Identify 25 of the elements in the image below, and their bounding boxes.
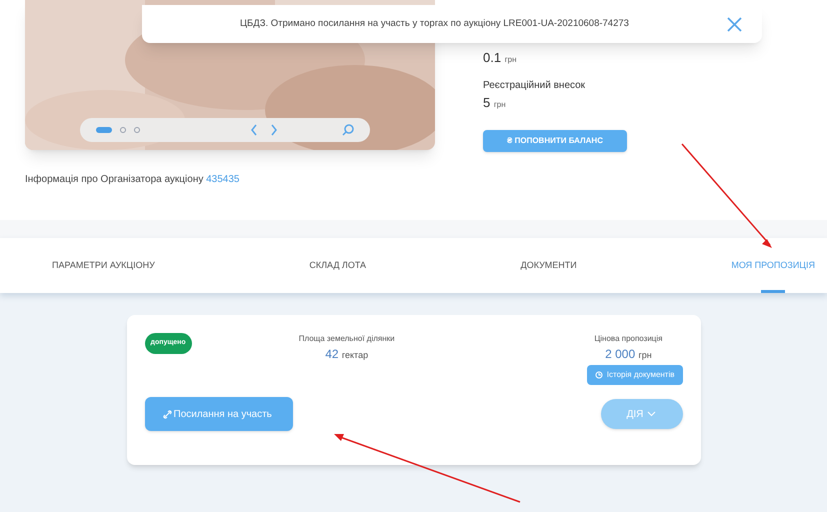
tab[interactable]: ПАРАМЕТРИ АУКЦІОНУ bbox=[52, 238, 155, 293]
price-value: 2 000 грн bbox=[605, 346, 652, 363]
organizer-info: Інформація про Організатора аукціону bbox=[25, 174, 204, 185]
organizer-link[interactable]: 435435 bbox=[206, 174, 240, 185]
tab[interactable]: МОЯ ПРОПОЗИЦІЯ bbox=[731, 238, 815, 293]
close-icon[interactable] bbox=[727, 16, 742, 32]
fee-amount: 0.1 грн bbox=[483, 49, 518, 67]
clock-icon bbox=[594, 371, 603, 379]
next-icon[interactable] bbox=[270, 124, 278, 136]
price-label: Цінова пропозиція bbox=[594, 333, 662, 345]
action-button[interactable]: ДІЯ bbox=[600, 399, 682, 429]
area-label: Площа земельної ділянки bbox=[298, 333, 395, 345]
fee-amount: 5 грн bbox=[483, 94, 507, 112]
tab[interactable]: ДОКУМЕНТИ bbox=[520, 238, 577, 293]
link-icon bbox=[162, 410, 172, 418]
tab[interactable]: СКЛАД ЛОТА bbox=[309, 238, 366, 293]
chevron-down-icon bbox=[647, 411, 656, 417]
zoom-icon[interactable] bbox=[342, 124, 354, 136]
area-value: 42 гектар bbox=[325, 346, 368, 363]
top-up-balance-button[interactable]: ₴ ПОПОВНИТИ БАЛАНС bbox=[483, 130, 627, 152]
notification-message: ЦБДЗ. Отримано посилання на участь у торгах по аукціону LRE001-UA-20210608-74273 bbox=[239, 16, 630, 31]
document-history-button[interactable]: Історія документів bbox=[586, 365, 682, 385]
previous-icon[interactable] bbox=[250, 124, 258, 136]
participation-link-button[interactable]: Посилання на участь bbox=[144, 397, 292, 431]
fee-label: Реєстраційний внесок bbox=[483, 78, 586, 92]
